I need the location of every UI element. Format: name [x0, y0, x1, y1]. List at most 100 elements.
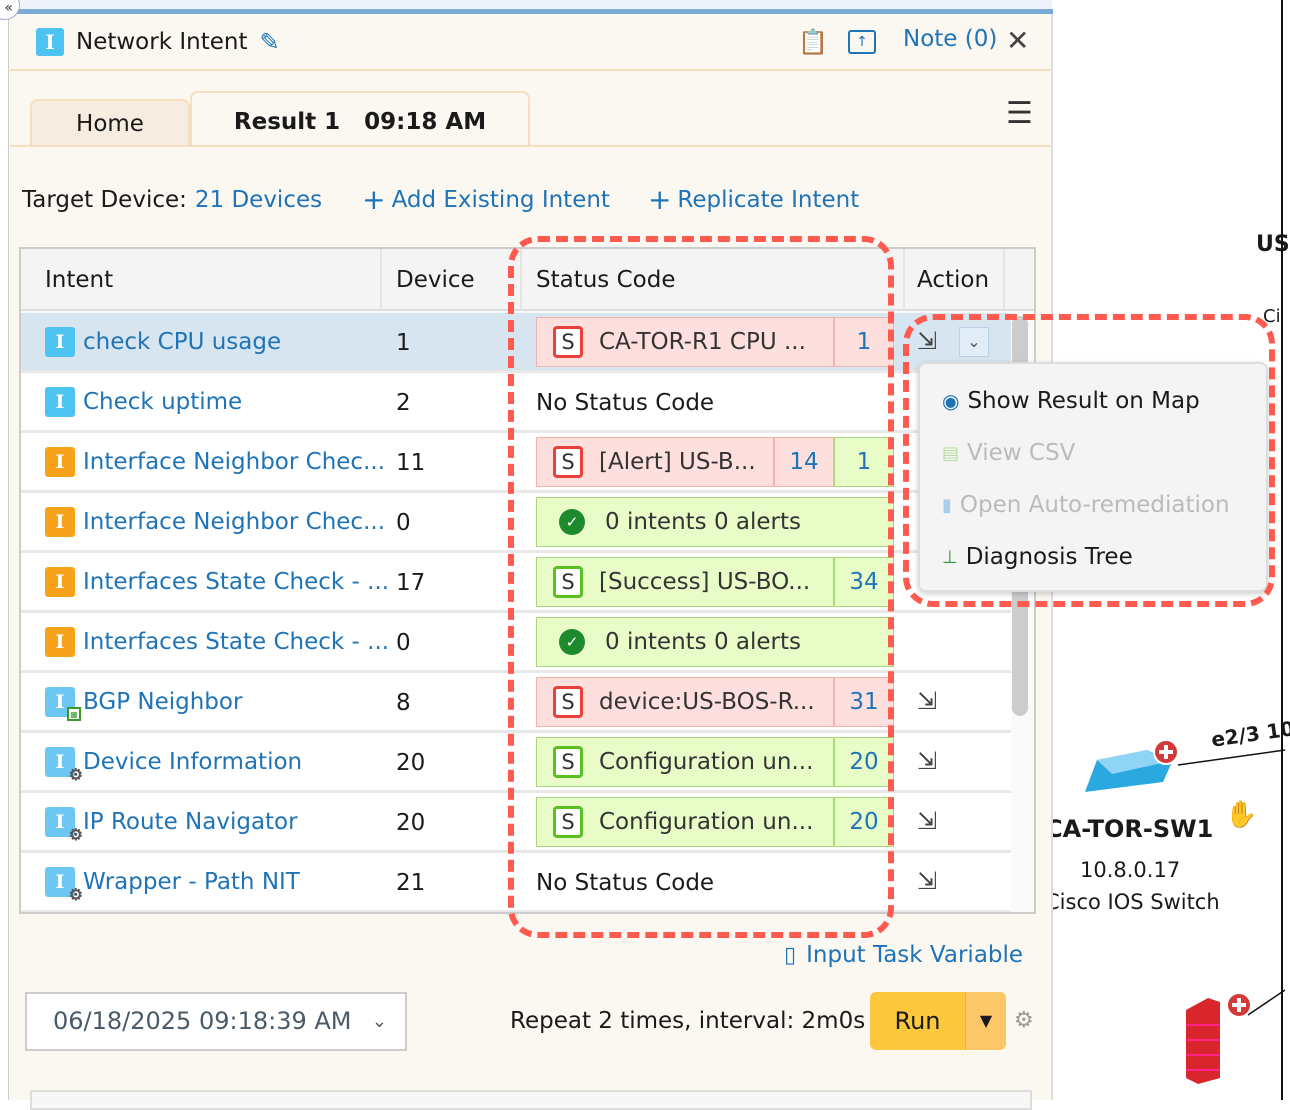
intent-name-link[interactable]: Interface Neighbor Chec...	[83, 492, 385, 552]
intent-table-icon: I ▦	[45, 687, 81, 721]
table-row[interactable]: I ⚙ Wrapper - Path NIT 21 No Status Code ⇲	[21, 852, 1011, 912]
device-ip: 10.8.0.17	[1080, 858, 1181, 882]
tab-result-1[interactable]: Result 1 09:18 AM	[190, 91, 530, 147]
device-count: 11	[396, 450, 426, 476]
csv-icon: ▤	[942, 442, 960, 464]
device-name[interactable]: CA-TOR-SW1	[1045, 815, 1213, 843]
action-dropdown-chevron-icon[interactable]: ⌄	[959, 327, 989, 357]
replicate-intent-link[interactable]: Replicate Intent	[677, 187, 859, 213]
hamburger-menu-icon[interactable]: ☰	[1006, 96, 1033, 131]
add-existing-intent-link[interactable]: Add Existing Intent	[392, 187, 610, 213]
settings-gear-icon[interactable]: ⚙	[1014, 1008, 1034, 1033]
intent-name-link[interactable]: IP Route Navigator	[83, 792, 298, 852]
run-button[interactable]: Run	[870, 992, 965, 1050]
status-count[interactable]: 20	[834, 737, 894, 787]
chevron-down-icon: ⌄	[371, 1011, 387, 1032]
column-header-intent[interactable]: Intent	[21, 249, 382, 311]
check-circle-icon: ✓	[559, 629, 585, 655]
status-box[interactable]: S CA-TOR-R1 CPU ... 1	[536, 317, 894, 367]
tab-divider	[10, 145, 1052, 147]
edit-pencil-icon[interactable]: ✎	[259, 28, 279, 56]
status-box[interactable]: S Configuration un... 20	[536, 797, 894, 847]
table-row[interactable]: I Interfaces State Check - ... 17 S [Suc…	[21, 553, 1011, 613]
menu-item-view-csv[interactable]: ▤ View CSV	[942, 440, 1075, 466]
intent-name-link[interactable]: Interface Neighbor Chec...	[83, 432, 385, 492]
intent-name-link[interactable]: Interfaces State Check - ...	[83, 612, 389, 672]
intent-name-link[interactable]: Device Information	[83, 732, 302, 792]
close-icon[interactable]: ✕	[1006, 24, 1029, 57]
open-result-icon[interactable]: ⇲	[917, 867, 937, 895]
window-title: I Network Intent ✎	[36, 28, 280, 56]
intent-name-link[interactable]: Interfaces State Check - ...	[83, 552, 389, 612]
check-circle-icon: ✓	[559, 509, 585, 535]
intent-name-link[interactable]: Check uptime	[83, 372, 242, 432]
column-header-status-code[interactable]: Status Code	[522, 249, 905, 311]
gear-overlay-icon: ⚙	[68, 765, 83, 784]
intent-name-link[interactable]: BGP Neighbor	[83, 672, 242, 732]
device-count: 20	[396, 810, 426, 836]
clipboard-icon: ▯	[784, 942, 797, 968]
open-result-icon[interactable]: ⇲	[917, 747, 937, 775]
status-box[interactable]: S [Alert] US-B... 14 1	[536, 437, 894, 487]
menu-item-diagnosis-tree[interactable]: ⊥ Diagnosis Tree	[942, 544, 1133, 570]
status-box[interactable]: ✓ 0 intents 0 alerts	[536, 497, 894, 547]
menu-item-label: Diagnosis Tree	[965, 544, 1133, 570]
header-divider	[8, 69, 1052, 71]
run-dropdown-caret-icon[interactable]: ▼	[965, 992, 1006, 1050]
status-text: CA-TOR-R1 CPU ...	[599, 329, 806, 355]
table-row[interactable]: I ▦ BGP Neighbor 8 S device:US-BOS-R... 31…	[21, 673, 1011, 733]
menu-item-label: Open Auto-remediation	[959, 492, 1230, 518]
column-header-device[interactable]: Device	[382, 249, 522, 311]
input-task-variable-link[interactable]: ▯ Input Task Variable	[784, 942, 1023, 968]
open-result-icon[interactable]: ⇲	[917, 807, 937, 835]
intent-orange-icon: I	[45, 627, 75, 657]
firewall-icon[interactable]	[1178, 990, 1253, 1085]
status-text-seg: S [Alert] US-B...	[536, 437, 774, 487]
intent-blue-icon: I	[45, 327, 75, 357]
column-header-action[interactable]: Action	[905, 249, 1005, 311]
status-count[interactable]: 14	[774, 437, 834, 487]
clipboard-info-icon[interactable]: 📋	[798, 28, 828, 56]
open-result-icon[interactable]: ⇲	[917, 687, 937, 715]
intent-cell: I ⚙ Device Information	[45, 733, 302, 791]
status-text: Configuration un...	[599, 749, 814, 775]
status-text: Configuration un...	[599, 809, 814, 835]
status-text: [Success] US-BO...	[599, 569, 811, 595]
status-count[interactable]: 20	[834, 797, 894, 847]
open-result-icon[interactable]: ⇲	[917, 327, 937, 355]
target-device-link[interactable]: 21 Devices	[195, 187, 322, 213]
intent-cell: I ⚙ IP Route Navigator	[45, 793, 298, 851]
result-datetime-select[interactable]: 06/18/2025 09:18:39 AM ⌄	[25, 992, 407, 1051]
status-box[interactable]: S [Success] US-BO... 34	[536, 557, 894, 607]
gear-overlay-icon: ⚙	[68, 885, 83, 904]
table-row[interactable]: I ⚙ IP Route Navigator 20 S Configuration…	[21, 793, 1011, 853]
status-box[interactable]: S Configuration un... 20	[536, 737, 894, 787]
intent-name-link[interactable]: Wrapper - Path NIT	[83, 852, 300, 912]
status-box[interactable]: ✓ 0 intents 0 alerts	[536, 617, 894, 667]
table-row[interactable]: I ⚙ Device Information 20 S Configuration…	[21, 733, 1011, 793]
share-icon[interactable]: ↑	[848, 30, 876, 54]
intent-orange-icon: I	[45, 567, 75, 597]
status-s-badge-icon: S	[553, 326, 583, 358]
table-row[interactable]: I Check uptime 2 No Status Code	[21, 373, 1011, 433]
switch-icon[interactable]	[1077, 740, 1187, 802]
eye-icon: ◉	[942, 389, 960, 413]
status-count[interactable]: 1	[834, 317, 894, 367]
status-count[interactable]: 34	[834, 557, 894, 607]
status-s-badge-icon: S	[553, 686, 583, 718]
menu-item-show-result-on-map[interactable]: ◉ Show Result on Map	[942, 388, 1200, 414]
status-count[interactable]: 31	[834, 677, 894, 727]
status-box[interactable]: S device:US-BOS-R... 31	[536, 677, 894, 727]
status-count[interactable]: 1	[834, 437, 894, 487]
action-dropdown-menu: ◉ Show Result on Map ▤ View CSV ▮ Open A…	[918, 362, 1268, 592]
intent-name-link[interactable]: check CPU usage	[83, 312, 281, 372]
menu-item-open-auto-remediation[interactable]: ▮ Open Auto-remediation	[942, 492, 1230, 518]
window-title-text: Network Intent	[76, 29, 248, 55]
table-row[interactable]: I Interface Neighbor Chec... 11 S [Alert…	[21, 433, 1011, 493]
table-row[interactable]: I check CPU usage 1 S CA-TOR-R1 CPU ... 1…	[21, 313, 1011, 373]
status-text: 0 intents 0 alerts	[605, 509, 802, 535]
tab-home[interactable]: Home	[30, 99, 190, 147]
table-row[interactable]: I Interface Neighbor Chec... 0 ✓ 0 inten…	[21, 493, 1011, 553]
table-row[interactable]: I Interfaces State Check - ... 0 ✓ 0 int…	[21, 613, 1011, 673]
note-link[interactable]: Note (0)	[903, 26, 997, 52]
